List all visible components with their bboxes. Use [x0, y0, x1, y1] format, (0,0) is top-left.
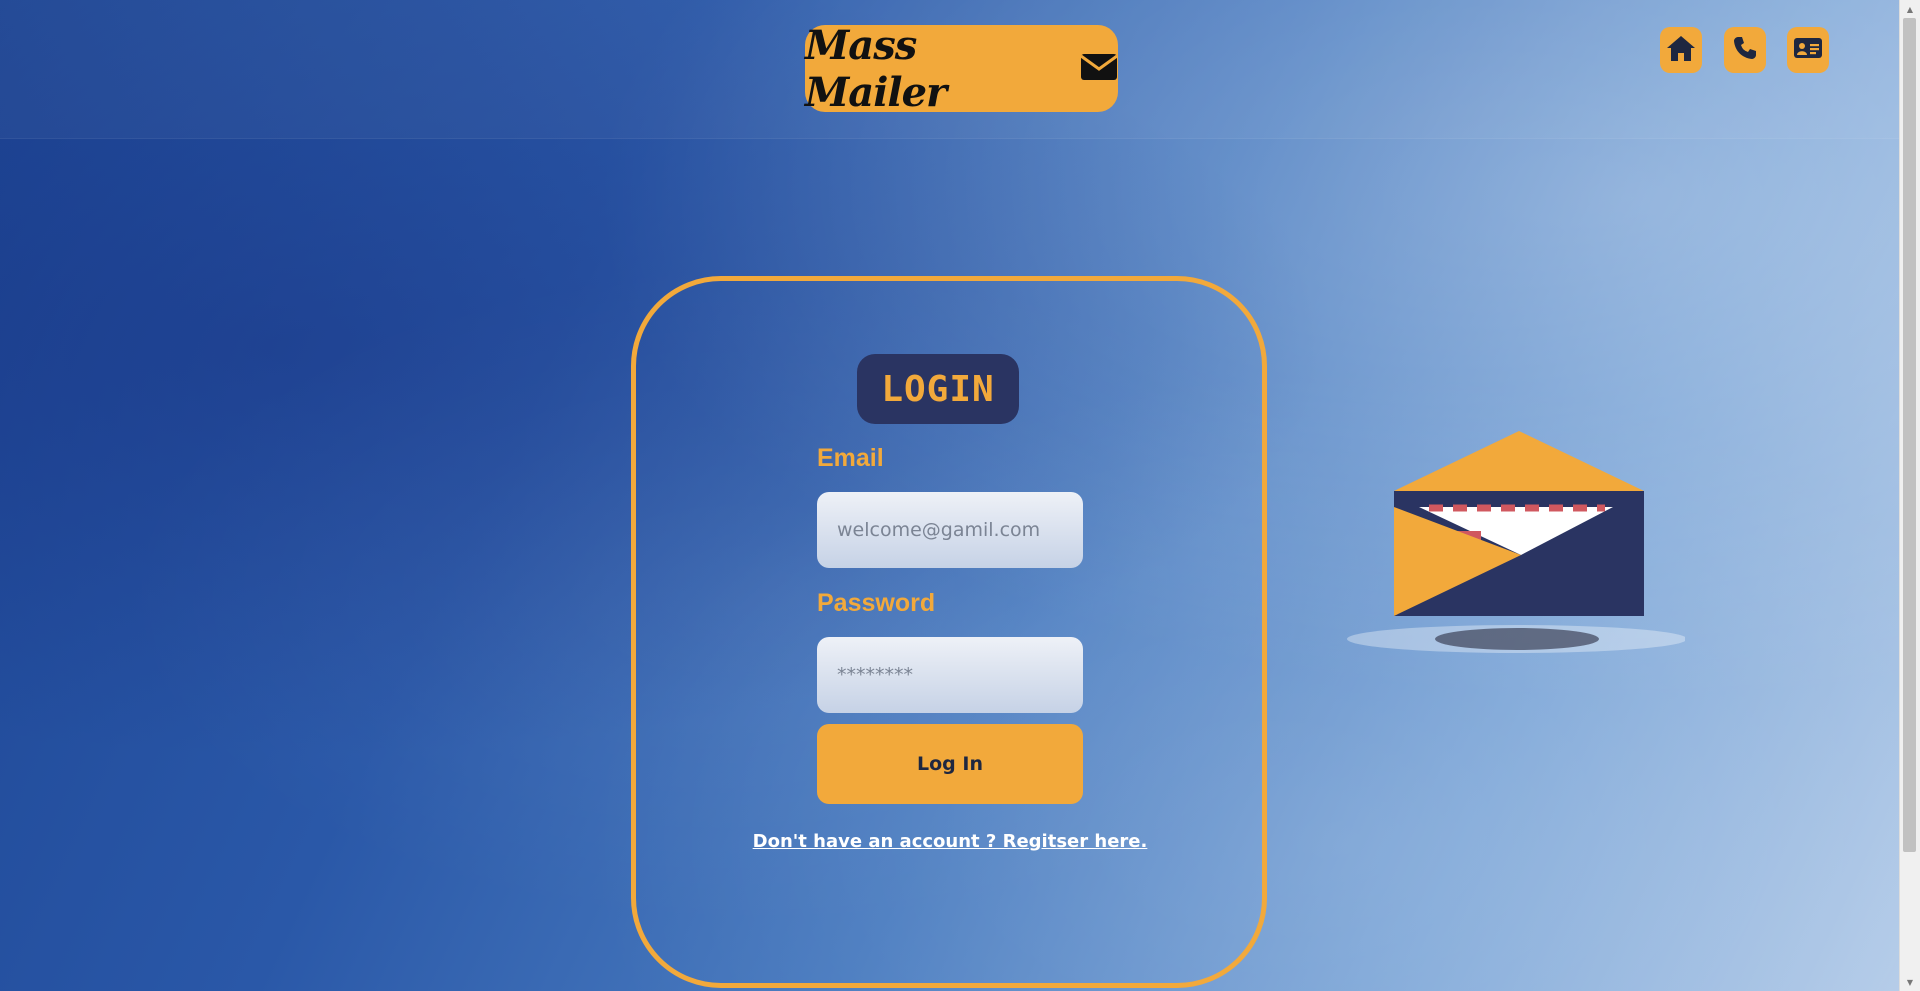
scroll-up-icon[interactable]: ▲ — [1900, 0, 1920, 18]
phone-button[interactable] — [1724, 27, 1766, 73]
register-link-container: Don't have an account ? Regitser here. — [0, 831, 1900, 852]
envelope-icon — [1080, 52, 1118, 86]
login-button[interactable]: Log In — [817, 724, 1083, 804]
envelope-illustration — [1345, 425, 1687, 665]
login-heading: LOGIN — [857, 354, 1019, 424]
navbar: Mass Mailer — [0, 0, 1900, 139]
brand-logo[interactable]: Mass Mailer — [805, 22, 1118, 116]
brand-title: Mass Mailer — [805, 21, 947, 116]
home-icon — [1666, 34, 1696, 66]
password-field[interactable] — [817, 637, 1083, 713]
vertical-scrollbar[interactable]: ▲ ▼ — [1899, 0, 1920, 991]
scrollbar-thumb[interactable] — [1903, 18, 1916, 852]
email-field[interactable] — [817, 492, 1083, 568]
password-label: Password — [817, 589, 936, 617]
scroll-down-icon[interactable]: ▼ — [1900, 973, 1920, 991]
home-button[interactable] — [1660, 27, 1702, 73]
contact-button[interactable] — [1787, 27, 1829, 73]
phone-icon — [1732, 35, 1758, 65]
email-label: Email — [817, 444, 884, 472]
register-link[interactable]: Don't have an account ? Regitser here. — [753, 831, 1148, 852]
contact-card-icon — [1793, 36, 1823, 64]
